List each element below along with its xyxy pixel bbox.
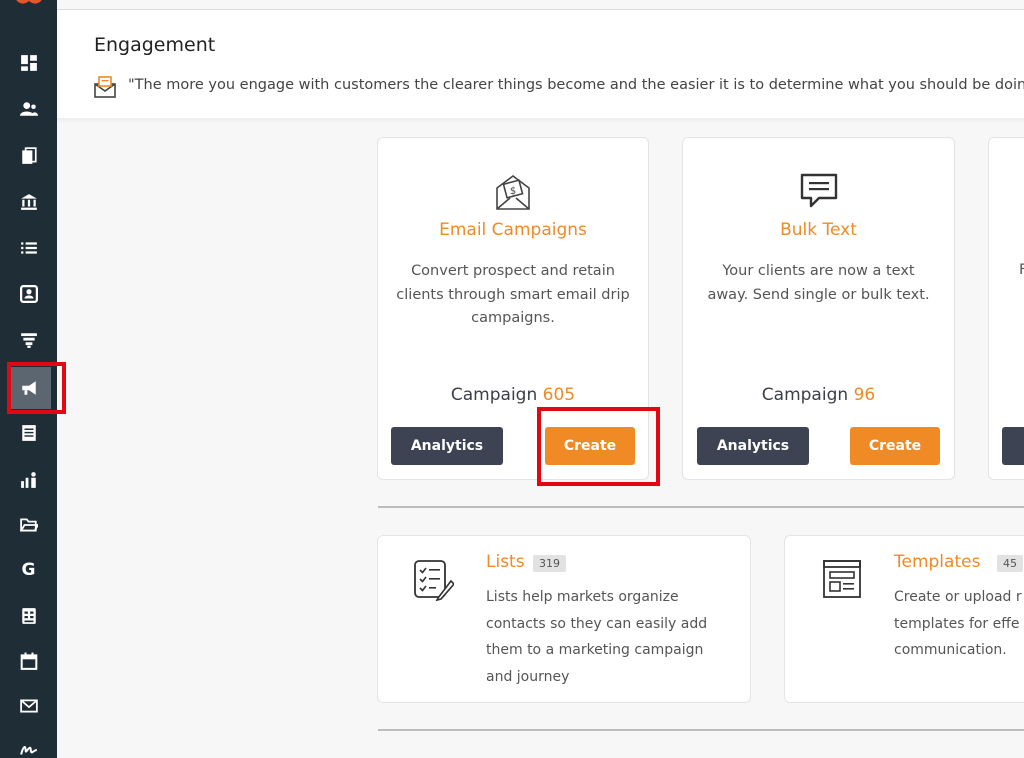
chat-bubble-icon [800,173,837,208]
email-analytics-button[interactable]: Analytics [391,427,503,465]
nav-documents[interactable] [0,136,57,176]
contacts-icon [19,102,38,116]
templates-count-badge: 45 [997,555,1023,572]
templates-card[interactable]: Templates 45 Create or upload r template… [784,535,1024,703]
folder-icon [19,518,38,532]
nav-mail[interactable] [0,686,57,726]
nav-google[interactable]: G [0,550,57,590]
sidebar: G [0,0,66,758]
lists-count-badge: 319 [533,555,566,572]
templates-title[interactable]: Templates [894,552,980,572]
bottom-divider [378,729,1024,731]
nav-funnel[interactable] [0,320,57,360]
contact-card-icon [19,285,38,303]
bulk-text-title: Bulk Text [780,220,857,240]
nav-notes[interactable] [0,413,57,453]
bulk-text-description: Your clients are now a text away. Send s… [707,263,930,303]
lists-card[interactable]: Lists 319 Lists help markets organize co… [377,535,751,703]
calendar-icon [20,652,37,670]
page-title: Engagement [94,34,216,56]
section-divider [378,506,1024,508]
third-analytics-button[interactable] [1002,427,1024,465]
campaign-count-label: Campaign [761,385,849,405]
email-campaigns-description: Convert prospect and retain clients thro… [396,263,630,326]
notes-icon [21,425,36,441]
engagement-quote: "The more you engage with customers the … [128,77,1024,93]
lists-description: Lists help markets organize contacts so … [486,589,708,685]
lists-title[interactable]: Lists [486,552,525,572]
bank-icon [20,194,37,210]
page-header: Engagement "The more you engage with cus… [57,10,1024,118]
nav-signature[interactable] [0,730,57,758]
nav-contact-card[interactable] [0,274,57,314]
nav-list[interactable] [0,228,57,268]
nav-spreadsheet[interactable] [0,596,57,636]
campaign-count-label: Campaign [450,385,538,405]
nav-folder[interactable] [0,505,57,545]
email-campaign-count: Campaign 605 [378,385,648,405]
templates-description: Create or upload r templates for effe co… [894,589,1022,658]
text-create-button[interactable]: Create [850,427,940,465]
mail-icon [19,699,38,713]
nav-bank[interactable] [0,182,57,222]
third-card-partial: F [988,137,1024,480]
reports-icon [20,472,36,488]
email-campaigns-card: $ Email Campaigns Convert prospect and r… [377,137,649,480]
google-icon: G [21,560,36,580]
template-layout-icon [823,560,861,598]
text-analytics-button[interactable]: Analytics [697,427,809,465]
mail-quote-icon [94,76,116,98]
third-card-text-fragment: F [1019,262,1024,278]
svg-text:$: $ [510,186,516,197]
nav-reports[interactable] [0,460,57,500]
email-campaign-icon: $ [496,175,530,210]
checklist-icon [414,560,454,602]
nav-dashboard[interactable] [0,43,57,83]
campaign-count-value: 96 [853,385,876,405]
bulk-text-card: Bulk Text Your clients are now a text aw… [682,137,955,480]
signature-icon [19,746,37,755]
spreadsheet-icon [21,608,36,624]
campaign-count-value: 605 [542,385,576,405]
dashboard-icon [20,55,37,71]
email-create-button[interactable]: Create [545,427,635,465]
funnel-icon [20,333,37,348]
documents-icon [21,147,37,164]
list-icon [20,242,37,254]
text-campaign-count: Campaign 96 [683,385,954,405]
megaphone-icon [22,381,36,395]
email-campaigns-title: Email Campaigns [439,220,587,240]
nav-contacts[interactable] [0,89,57,129]
app-logo[interactable] [12,0,46,8]
nav-engagement[interactable] [7,367,51,409]
nav-calendar[interactable] [0,641,57,681]
